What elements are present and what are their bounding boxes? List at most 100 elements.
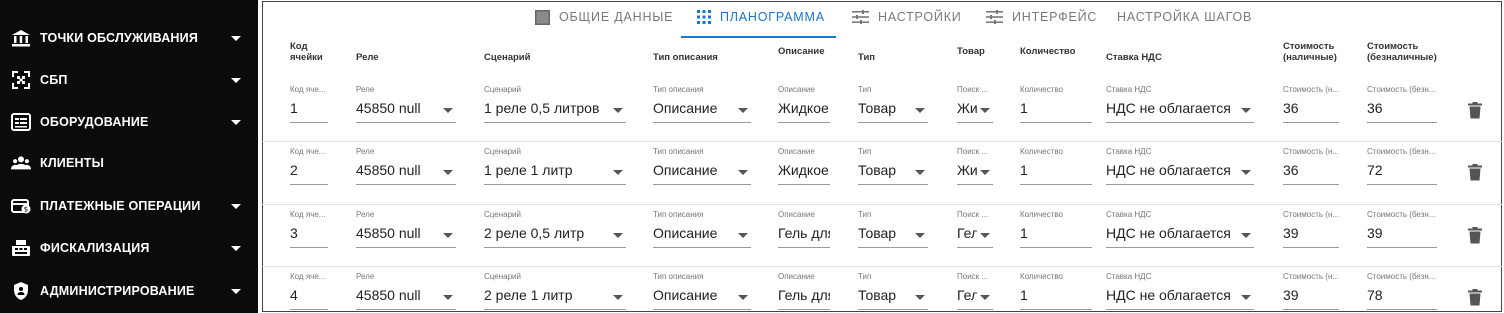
chevron-down-icon[interactable] xyxy=(738,233,748,238)
product-search-select[interactable]: Поиск ... Гель xyxy=(957,272,993,312)
chevron-down-icon[interactable] xyxy=(1241,170,1251,175)
chevron-down-icon[interactable] xyxy=(980,295,990,300)
description-type-select[interactable]: Тип описания Описание xyxy=(653,147,751,187)
chevron-down-icon[interactable] xyxy=(443,295,453,300)
field-label: Реле xyxy=(356,85,375,94)
cell-code-field[interactable]: Код яче... 3 xyxy=(290,210,328,250)
delete-row-button[interactable] xyxy=(1468,289,1484,307)
chevron-down-icon[interactable] xyxy=(915,295,925,300)
cell-code-field[interactable]: Код яче... 4 xyxy=(290,272,328,312)
tab-step-settings[interactable]: НАСТРОЙКА ШАГОВ xyxy=(1117,8,1252,26)
vat-rate-select[interactable]: Ставка НДС НДС не облагается xyxy=(1106,210,1254,250)
vat-rate-select[interactable]: Ставка НДС НДС не облагается xyxy=(1106,147,1254,187)
sidebar-item-clients[interactable]: КЛИЕНТЫ xyxy=(0,145,258,181)
relay-select[interactable]: Реле 45850 null xyxy=(356,147,456,187)
chevron-down-icon[interactable] xyxy=(613,108,623,113)
delete-row-button[interactable] xyxy=(1468,164,1484,182)
field-label: Стоимость (безн... xyxy=(1367,210,1436,219)
field-value: 1 xyxy=(1020,287,1028,303)
field-underline xyxy=(778,184,830,185)
description-field[interactable]: Описание Гель для душа xyxy=(778,272,830,312)
sidebar-item-service-points[interactable]: ТОЧКИ ОБСЛУЖИВАНИЯ xyxy=(0,20,258,56)
scenario-select[interactable]: Сценарий 2 реле 1 литр xyxy=(484,272,626,312)
chevron-down-icon xyxy=(231,203,241,209)
relay-select[interactable]: Реле 45850 null xyxy=(356,85,456,125)
field-value: 36 xyxy=(1283,100,1299,116)
scenario-select[interactable]: Сценарий 1 реле 1 литр xyxy=(484,147,626,187)
product-search-select[interactable]: Поиск ... Гель xyxy=(957,210,993,250)
chevron-down-icon[interactable] xyxy=(980,170,990,175)
relay-select[interactable]: Реле 45850 null xyxy=(356,210,456,250)
field-underline xyxy=(858,184,928,185)
description-field[interactable]: Описание Жидкое мыло xyxy=(778,85,830,125)
chevron-down-icon[interactable] xyxy=(915,170,925,175)
delete-row-button[interactable] xyxy=(1468,102,1484,120)
quantity-field[interactable]: Количество 1 xyxy=(1020,272,1092,312)
tab-general-data[interactable]: ОБЩИЕ ДАННЫЕ xyxy=(535,8,673,26)
active-tab-indicator xyxy=(681,36,836,38)
quantity-field[interactable]: Количество 1 xyxy=(1020,147,1092,187)
field-label: Сценарий xyxy=(484,272,521,281)
description-type-select[interactable]: Тип описания Описание xyxy=(653,85,751,125)
relay-select[interactable]: Реле 45850 null xyxy=(356,272,456,312)
quantity-field[interactable]: Количество 1 xyxy=(1020,210,1092,250)
field-underline xyxy=(858,309,928,310)
quantity-field[interactable]: Количество 1 xyxy=(1020,85,1092,125)
cost-cash-field[interactable]: Стоимость (н... 36 xyxy=(1283,147,1339,187)
scenario-select[interactable]: Сценарий 2 реле 0,5 литр xyxy=(484,210,626,250)
field-underline xyxy=(778,122,830,123)
chevron-down-icon[interactable] xyxy=(613,233,623,238)
scenario-select[interactable]: Сценарий 1 реле 0,5 литров xyxy=(484,85,626,125)
trash-icon xyxy=(1468,102,1482,119)
vat-rate-select[interactable]: Ставка НДС НДС не облагается xyxy=(1106,85,1254,125)
sidebar-item-administration[interactable]: АДМИНИСТРИРОВАНИЕ xyxy=(0,273,258,309)
chevron-down-icon[interactable] xyxy=(1241,108,1251,113)
description-type-select[interactable]: Тип описания Описание xyxy=(653,272,751,312)
description-type-select[interactable]: Тип описания Описание xyxy=(653,210,751,250)
delete-row-button[interactable] xyxy=(1468,227,1484,245)
tab-settings[interactable]: НАСТРОЙКИ xyxy=(852,8,962,26)
chevron-down-icon[interactable] xyxy=(443,170,453,175)
description-field[interactable]: Описание Гель для душа xyxy=(778,210,830,250)
sidebar-item-payment-operations[interactable]: $ ПЛАТЕЖНЫЕ ОПЕРАЦИИ xyxy=(0,188,258,224)
chevron-down-icon[interactable] xyxy=(915,108,925,113)
field-label: Тип xyxy=(858,272,872,281)
chevron-down-icon[interactable] xyxy=(613,295,623,300)
cost-card-field[interactable]: Стоимость (безн... 39 xyxy=(1367,210,1437,250)
column-header-cost-card: Стоимость (безналичные) xyxy=(1367,41,1437,63)
cost-cash-field[interactable]: Стоимость (н... 36 xyxy=(1283,85,1339,125)
tab-interface[interactable]: ИНТЕРФЕЙС xyxy=(986,8,1097,26)
chevron-down-icon[interactable] xyxy=(980,233,990,238)
cost-cash-field[interactable]: Стоимость (н... 39 xyxy=(1283,272,1339,312)
chevron-down-icon[interactable] xyxy=(915,233,925,238)
chevron-down-icon[interactable] xyxy=(980,108,990,113)
cell-code-field[interactable]: Код яче... 2 xyxy=(290,147,328,187)
product-search-select[interactable]: Поиск ... Жидкое xyxy=(957,147,993,187)
chevron-down-icon[interactable] xyxy=(738,108,748,113)
sidebar-item-equipment[interactable]: ОБОРУДОВАНИЕ xyxy=(0,104,258,140)
type-select[interactable]: Тип Товар xyxy=(858,85,928,125)
chevron-down-icon[interactable] xyxy=(738,295,748,300)
type-select[interactable]: Тип Товар xyxy=(858,210,928,250)
chevron-down-icon[interactable] xyxy=(1241,295,1251,300)
cost-card-field[interactable]: Стоимость (безн... 78 xyxy=(1367,272,1437,312)
chevron-down-icon[interactable] xyxy=(443,108,453,113)
field-underline xyxy=(1367,247,1437,248)
cost-cash-field[interactable]: Стоимость (н... 39 xyxy=(1283,210,1339,250)
cell-code-field[interactable]: Код яче... 1 xyxy=(290,85,328,125)
vat-rate-select[interactable]: Ставка НДС НДС не облагается xyxy=(1106,272,1254,312)
description-field[interactable]: Описание Жидкое мыло xyxy=(778,147,830,187)
chevron-down-icon[interactable] xyxy=(443,233,453,238)
type-select[interactable]: Тип Товар xyxy=(858,272,928,312)
cost-card-field[interactable]: Стоимость (безн... 72 xyxy=(1367,147,1437,187)
tab-planogram[interactable]: ПЛАНОГРАММА xyxy=(697,8,825,26)
sidebar-item-fiscalization[interactable]: ФИСКАЛИЗАЦИЯ xyxy=(0,230,258,266)
field-label: Количество xyxy=(1020,147,1063,156)
chevron-down-icon[interactable] xyxy=(613,170,623,175)
cost-card-field[interactable]: Стоимость (безн... 36 xyxy=(1367,85,1437,125)
sidebar-item-sbp[interactable]: СБП xyxy=(0,62,258,98)
chevron-down-icon[interactable] xyxy=(738,170,748,175)
chevron-down-icon[interactable] xyxy=(1241,233,1251,238)
product-search-select[interactable]: Поиск ... Жидкое xyxy=(957,85,993,125)
type-select[interactable]: Тип Товар xyxy=(858,147,928,187)
